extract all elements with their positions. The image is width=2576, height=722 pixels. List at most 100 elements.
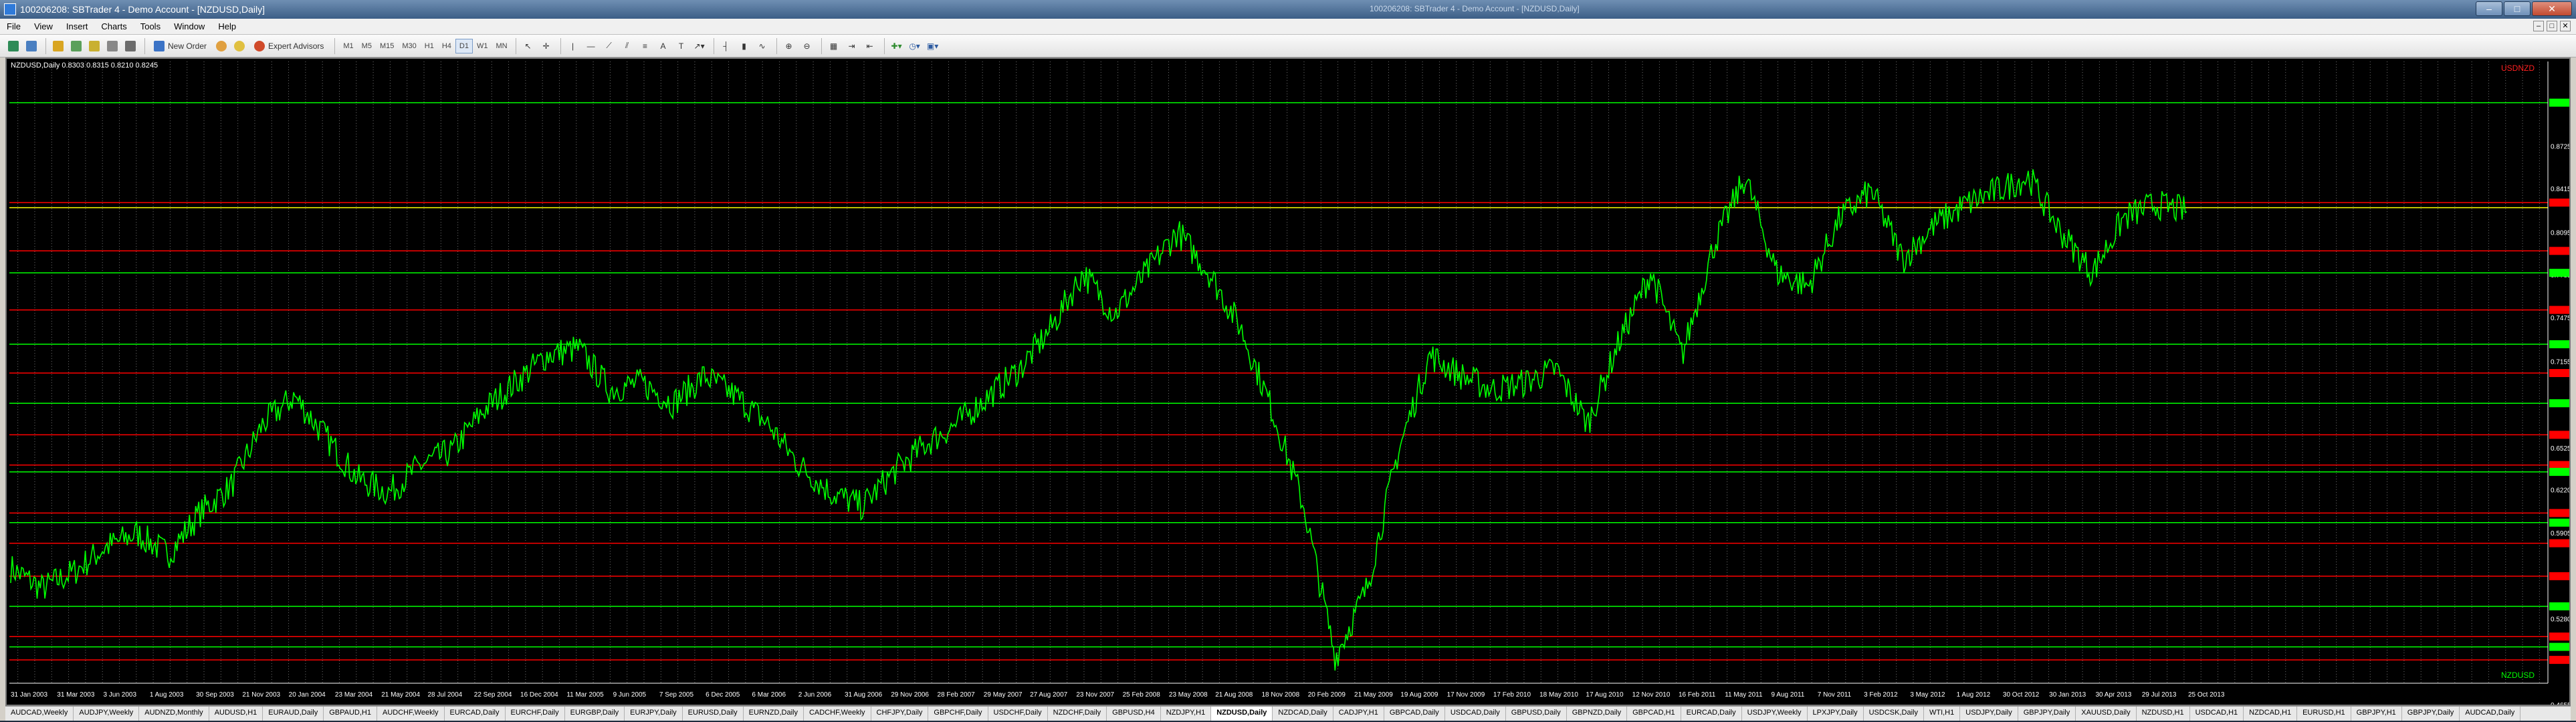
mdi-close-button[interactable]: ✕ [2560,21,2571,31]
title-bar[interactable]: 100206208: SBTrader 4 - Demo Account - [… [0,0,2576,19]
symbol-tab[interactable]: EURJPY,Daily [625,707,683,721]
menu-view[interactable]: View [27,21,60,31]
mdi-restore-button[interactable]: □ [2547,21,2557,31]
menu-window[interactable]: Window [167,21,211,31]
profiles-button[interactable] [23,38,39,54]
tile-windows-button[interactable]: ▦ [826,38,842,54]
menu-tools[interactable]: Tools [134,21,167,31]
label-tool-button[interactable]: T [673,38,689,54]
navigator-button[interactable] [86,38,102,54]
symbol-tab[interactable]: NZDUSD,Daily [1211,707,1273,721]
symbol-tab[interactable]: AUDNZD,Monthly [139,707,209,721]
bar-chart-button[interactable]: ┤ [718,38,734,54]
symbol-tab[interactable]: AUDJPY,Weekly [74,707,140,721]
menu-help[interactable]: Help [211,21,243,31]
autotrading-icon-button[interactable] [231,38,247,54]
mdi-minimize-button[interactable]: – [2533,21,2544,31]
symbol-tab[interactable]: AUDUSD,H1 [209,707,263,721]
symbol-tab[interactable]: GBPUSD,H4 [1107,707,1161,721]
symbol-tab[interactable]: EURUSD,Daily [683,707,744,721]
symbol-tab[interactable]: AUDCAD,Daily [2460,707,2521,721]
fibonacci-button[interactable]: ≡ [637,38,653,54]
line-chart-button[interactable]: ∿ [754,38,770,54]
timeframe-m1[interactable]: M1 [339,39,357,53]
text-tool-button[interactable]: A [655,38,671,54]
symbol-tab[interactable]: EURCAD,Daily [1681,707,1742,721]
symbol-tab[interactable]: NZDJPY,H1 [1161,707,1212,721]
cursor-button[interactable]: ↖ [520,38,536,54]
horizontal-line-button[interactable]: — [583,38,599,54]
arrows-button[interactable]: ↗▾ [691,38,708,54]
timeframe-d1[interactable]: D1 [455,38,473,53]
symbol-tab[interactable]: GBPAUD,H1 [324,707,377,721]
menu-insert[interactable]: Insert [60,21,95,31]
zoom-in-button[interactable]: ⊕ [781,38,797,54]
menu-file[interactable]: File [0,21,27,31]
symbol-tab[interactable]: NZDCAD,Daily [1273,707,1333,721]
symbol-tab[interactable]: EURAUD,Daily [263,707,324,721]
minimize-button[interactable]: – [2476,1,2502,16]
auto-scroll-button[interactable]: ⇥ [844,38,860,54]
price-chart[interactable]: 0.90400.87250.84150.80950.77850.74750.71… [7,59,2569,705]
symbol-tab[interactable]: USDCSK,Daily [1864,707,1924,721]
tester-button[interactable] [122,38,138,54]
symbol-tab[interactable]: EURNZD,Daily [744,707,804,721]
symbol-tab[interactable]: CADCHF,Weekly [804,707,871,721]
symbol-tab[interactable]: NZDUSD,H1 [2137,707,2190,721]
periods-button[interactable]: ◷▾ [907,38,923,54]
symbol-tab[interactable]: CADJPY,H1 [1333,707,1384,721]
timeframe-mn[interactable]: MN [492,39,511,53]
symbol-tab[interactable]: GBPJPY,H1 [2351,707,2402,721]
symbol-tab[interactable]: WTI,H1 [1924,707,1961,721]
symbol-tab[interactable]: USDJPY,Weekly [1742,707,1808,721]
symbol-tab[interactable]: USDCHF,Daily [988,707,1048,721]
close-button[interactable]: ✕ [2532,1,2572,16]
crosshair-button[interactable]: ✛ [538,38,554,54]
chart-shift-button[interactable]: ⇤ [862,38,878,54]
symbol-tab[interactable]: GBPCHF,Daily [928,707,988,721]
meta-editor-button[interactable] [213,38,229,54]
timeframe-h1[interactable]: H1 [421,39,438,53]
timeframe-m15[interactable]: M15 [376,39,398,53]
chart-window[interactable]: 0.90400.87250.84150.80950.77850.74750.71… [5,57,2571,706]
symbol-tab[interactable]: EURGBP,Daily [565,707,625,721]
vertical-line-button[interactable]: | [565,38,581,54]
symbol-tab[interactable]: XAUUSD,Daily [2076,707,2137,721]
new-chart-button[interactable] [5,38,21,54]
symbol-tab[interactable]: NZDCAD,H1 [2244,707,2298,721]
terminal-button[interactable] [104,38,120,54]
symbol-tab[interactable]: GBPCAD,Daily [1384,707,1445,721]
symbol-tab[interactable]: GBPNZD,Daily [1567,707,1628,721]
symbol-tab[interactable]: GBPJPY,Daily [2402,707,2460,721]
symbol-tab[interactable]: GBPJPY,Daily [2018,707,2076,721]
symbol-tab[interactable]: EURUSD,H1 [2297,707,2351,721]
symbol-tab[interactable]: EURCAD,Daily [445,707,506,721]
symbol-tab[interactable]: CHFJPY,Daily [871,707,929,721]
menu-charts[interactable]: Charts [94,21,133,31]
trendline-button[interactable]: ⟋ [601,38,617,54]
expert-advisors-button[interactable]: Expert Advisors [249,38,328,54]
symbol-tab[interactable]: GBPUSD,Daily [1506,707,1567,721]
symbol-tab[interactable]: GBPCAD,H1 [1627,707,1681,721]
symbol-tab[interactable]: AUDCAD,Weekly [5,707,74,721]
timeframe-w1[interactable]: W1 [473,39,492,53]
symbol-tab[interactable]: LPXJPY,Daily [1808,707,1864,721]
templates-button[interactable]: ▣▾ [925,38,941,54]
market-watch-button[interactable] [50,38,66,54]
symbol-tab[interactable]: NZDCHF,Daily [1048,707,1107,721]
indicators-button[interactable]: ✚▾ [889,38,905,54]
symbol-tab[interactable]: USDCAD,H1 [2190,707,2244,721]
candlestick-button[interactable]: ▮ [736,38,752,54]
channel-button[interactable]: ⫽ [619,38,635,54]
symbol-tab[interactable]: USDJPY,Daily [1960,707,2018,721]
zoom-out-button[interactable]: ⊖ [799,38,815,54]
symbol-tab[interactable]: AUDCHF,Weekly [377,707,445,721]
new-order-button[interactable]: New Order [149,38,211,54]
timeframe-m5[interactable]: M5 [358,39,376,53]
maximize-button[interactable]: □ [2504,1,2531,16]
timeframe-h4[interactable]: H4 [438,39,455,53]
data-window-button[interactable] [68,38,84,54]
timeframe-m30[interactable]: M30 [398,39,420,53]
symbol-tab[interactable]: EURCHF,Daily [506,707,565,721]
symbol-tab[interactable]: USDCAD,Daily [1445,707,1506,721]
